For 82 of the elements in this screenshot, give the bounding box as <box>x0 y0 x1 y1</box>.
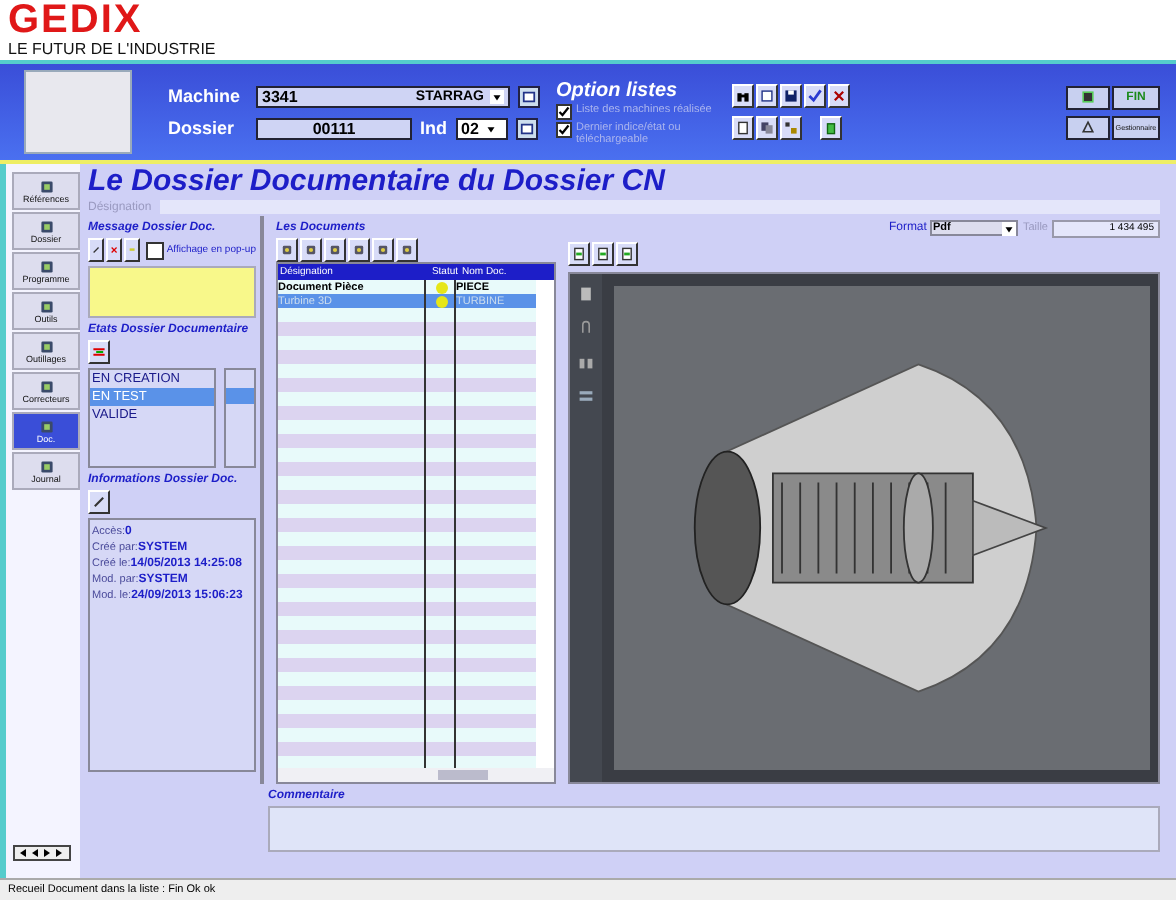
copy-button[interactable] <box>756 116 778 140</box>
machine-button[interactable] <box>1066 85 1110 109</box>
tool-icon <box>400 242 414 258</box>
photo-placeholder <box>24 70 132 154</box>
module-icon <box>39 379 53 393</box>
window-icon <box>522 89 536 103</box>
hierarchy-button[interactable] <box>780 116 802 140</box>
pencil-icon <box>92 494 106 510</box>
toolbar-button[interactable] <box>348 238 370 262</box>
horizontal-scrollbar[interactable] <box>278 768 554 782</box>
logo-wordmark: GEDIX <box>8 0 143 40</box>
dossier-field[interactable]: 00111 <box>256 117 412 139</box>
option-checkbox[interactable] <box>556 121 572 137</box>
comment-field[interactable] <box>268 806 1160 852</box>
module-icon <box>39 179 53 193</box>
module-icon <box>39 259 53 273</box>
binoculars-icon[interactable] <box>578 354 594 370</box>
check-button[interactable] <box>804 84 826 108</box>
machine-label: Machine <box>168 86 243 106</box>
record-navigator[interactable] <box>12 844 72 862</box>
caret-icon <box>1002 221 1017 235</box>
module-icon <box>39 219 53 233</box>
note-button[interactable] <box>124 238 141 262</box>
window-icon <box>760 88 774 104</box>
dossier-label: Dossier <box>168 118 237 138</box>
checkmark-icon <box>808 88 822 104</box>
toolbar-button[interactable] <box>300 238 322 262</box>
edit-button[interactable] <box>88 238 105 262</box>
toolbar-button[interactable] <box>396 238 418 262</box>
module-icon <box>39 419 53 433</box>
paperclip-icon[interactable] <box>578 320 594 336</box>
toolbar-button[interactable] <box>276 238 298 262</box>
search-button[interactable] <box>732 84 754 108</box>
toolbar-button[interactable] <box>592 242 614 266</box>
hierarchy-icon <box>784 120 798 136</box>
delete-button[interactable] <box>106 238 123 262</box>
logo-tagline: LE FUTUR DE L'INDUSTRIE <box>8 40 216 58</box>
binoculars-icon <box>736 88 750 104</box>
close-button[interactable] <box>828 84 850 108</box>
swap-icon <box>92 344 106 360</box>
ind-label: Ind <box>420 118 447 138</box>
tool-icon <box>280 242 294 258</box>
tool-icon <box>304 242 318 258</box>
swap-button[interactable] <box>88 340 110 364</box>
toolbar-button[interactable] <box>324 238 346 262</box>
pages-icon[interactable] <box>578 286 594 302</box>
toolbar-button[interactable] <box>568 242 590 266</box>
bin-button[interactable] <box>820 116 842 140</box>
toolbar-button[interactable] <box>372 238 394 262</box>
module-icon <box>39 299 53 313</box>
popup-checkbox[interactable] <box>146 241 165 259</box>
document-button[interactable] <box>732 116 754 140</box>
window-icon <box>519 121 533 135</box>
close-icon <box>832 88 846 104</box>
triangle-button[interactable] <box>1066 115 1110 139</box>
close-icon <box>110 242 119 258</box>
caret-icon <box>484 121 499 135</box>
message-field[interactable] <box>88 266 256 318</box>
triangle-icon <box>1080 118 1096 136</box>
states-side-list <box>224 368 256 468</box>
caret-icon <box>490 89 504 103</box>
tool-icon <box>352 242 366 258</box>
document-icon <box>736 120 750 136</box>
module-icon <box>39 459 53 473</box>
window-button[interactable] <box>518 85 540 107</box>
edit-button[interactable] <box>88 490 110 514</box>
save-icon <box>784 88 798 104</box>
option-checkbox[interactable] <box>556 103 572 119</box>
save-button[interactable] <box>780 84 802 108</box>
options-title: Option listes <box>556 79 680 101</box>
layers-icon[interactable] <box>578 388 594 404</box>
window-button[interactable] <box>515 117 537 139</box>
copy-icon <box>760 120 774 136</box>
ind-dropdown[interactable]: 02 <box>455 117 507 139</box>
designation-field[interactable] <box>160 200 1160 214</box>
module-icon <box>39 339 53 353</box>
tool-icon <box>328 242 342 258</box>
toolbar-button[interactable] <box>616 242 638 266</box>
bin-icon <box>824 120 838 136</box>
page-title: Le Dossier Documentaire du Dossier CN <box>88 164 665 198</box>
tool-icon <box>376 242 390 258</box>
pencil-icon <box>92 242 101 258</box>
